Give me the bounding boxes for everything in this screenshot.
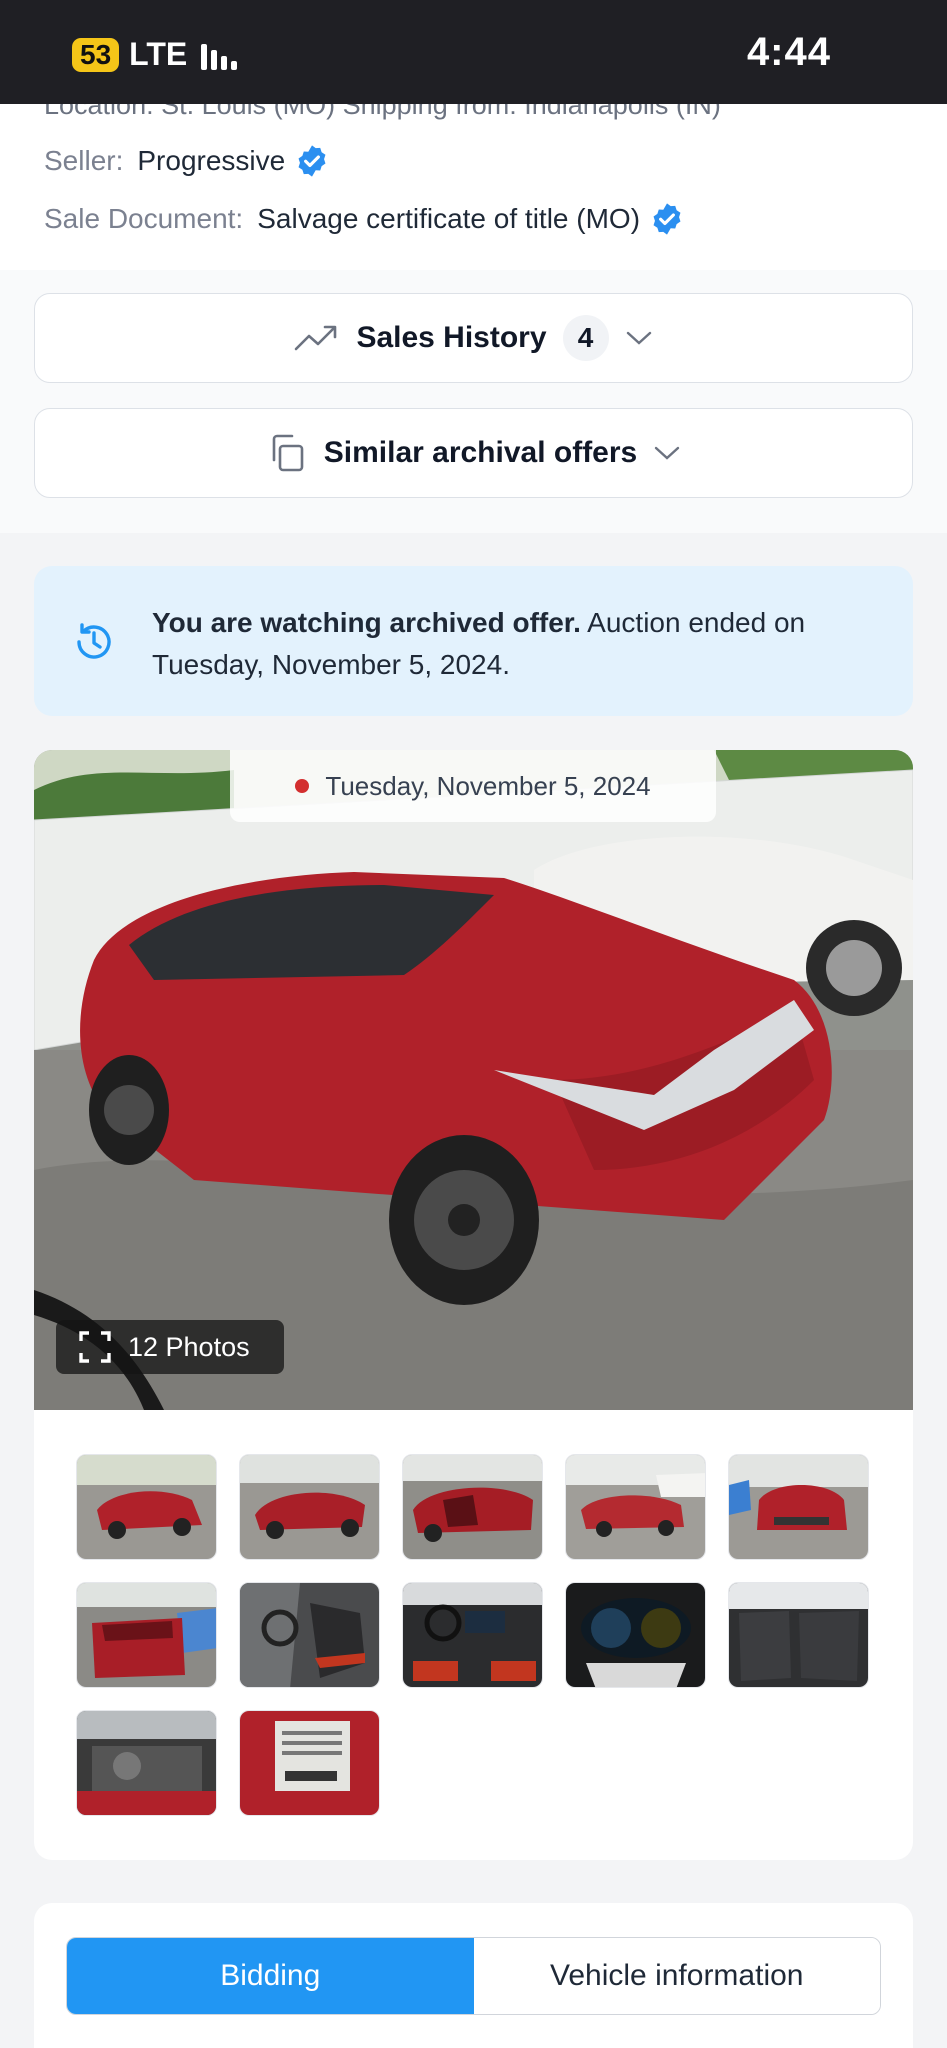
- archived-notice-text: You are watching archived offer. Auction…: [152, 602, 852, 686]
- archived-notice: You are watching archived offer. Auction…: [34, 566, 913, 716]
- sale-document-value: Salvage certificate of title (MO): [257, 203, 641, 234]
- photo-thumbnail[interactable]: [239, 1454, 380, 1560]
- seller-label: Seller:: [44, 145, 124, 176]
- chevron-down-icon: [655, 446, 680, 460]
- car-photo-image: [34, 750, 913, 1410]
- battery-indicator: 53: [72, 37, 120, 72]
- main-photo[interactable]: Tuesday, November 5, 2024 12 Photos: [34, 750, 913, 1410]
- photos-count-label: 12 Photos: [128, 1331, 250, 1362]
- photo-thumbnail[interactable]: [76, 1582, 217, 1688]
- tab-bidding[interactable]: Bidding: [67, 1938, 474, 2014]
- similar-offers-accordion[interactable]: Similar archival offers: [34, 408, 913, 498]
- verified-badge-icon: [298, 145, 326, 177]
- photo-thumbnail[interactable]: [76, 1454, 217, 1560]
- sales-history-title: Sales History: [356, 321, 547, 354]
- photo-thumbnail[interactable]: [239, 1582, 380, 1688]
- photo-thumbnail[interactable]: [239, 1710, 380, 1816]
- status-left: 53 LTE: [72, 36, 238, 73]
- lot-details: Location: St. Louis (MO) Shipping from: …: [0, 90, 947, 270]
- tabs-card: Bidding Vehicle information: [34, 1903, 913, 2048]
- copy-icon: [272, 434, 304, 472]
- seller-row: Seller: Progressive: [44, 144, 329, 178]
- auction-date: Tuesday, November 5, 2024: [325, 770, 651, 801]
- seller-value: Progressive: [137, 145, 286, 176]
- photo-thumbnail[interactable]: [728, 1582, 869, 1688]
- similar-offers-title: Similar archival offers: [323, 436, 638, 469]
- tab-vehicle-information[interactable]: Vehicle information: [473, 1938, 880, 2014]
- sales-history-count: 4: [562, 315, 609, 361]
- fullscreen-icon: [79, 1331, 111, 1363]
- photo-gallery: Tuesday, November 5, 2024 12 Photos: [34, 750, 913, 1860]
- photo-thumbnail[interactable]: [728, 1454, 869, 1560]
- status-bar: 53 LTE 4:44: [0, 0, 947, 104]
- photos-count-button[interactable]: 12 Photos: [56, 1320, 284, 1374]
- segmented-tabs: Bidding Vehicle information: [66, 1937, 881, 2015]
- auction-date-pill: Tuesday, November 5, 2024: [230, 750, 716, 822]
- photo-thumbnail[interactable]: [565, 1582, 706, 1688]
- archived-notice-bold: You are watching archived offer.: [152, 607, 581, 638]
- photo-thumbnail[interactable]: [76, 1710, 217, 1816]
- sales-history-accordion[interactable]: Sales History 4: [34, 293, 913, 383]
- status-time: 4:44: [746, 30, 831, 74]
- trending-up-icon: [295, 325, 337, 351]
- sale-document-label: Sale Document:: [44, 203, 244, 234]
- status-dot: [295, 779, 310, 793]
- network-type: LTE: [129, 36, 188, 72]
- history-icon: [77, 623, 111, 659]
- chevron-down-icon: [626, 331, 651, 345]
- verified-badge-icon: [653, 203, 681, 235]
- photo-thumbnail[interactable]: [402, 1454, 543, 1560]
- signal-bars-icon: [201, 40, 238, 70]
- thumbnail-grid: [76, 1454, 876, 1816]
- sale-document-row: Sale Document: Salvage certificate of ti…: [44, 202, 684, 236]
- photo-thumbnail[interactable]: [565, 1454, 706, 1560]
- photo-thumbnail[interactable]: [402, 1582, 543, 1688]
